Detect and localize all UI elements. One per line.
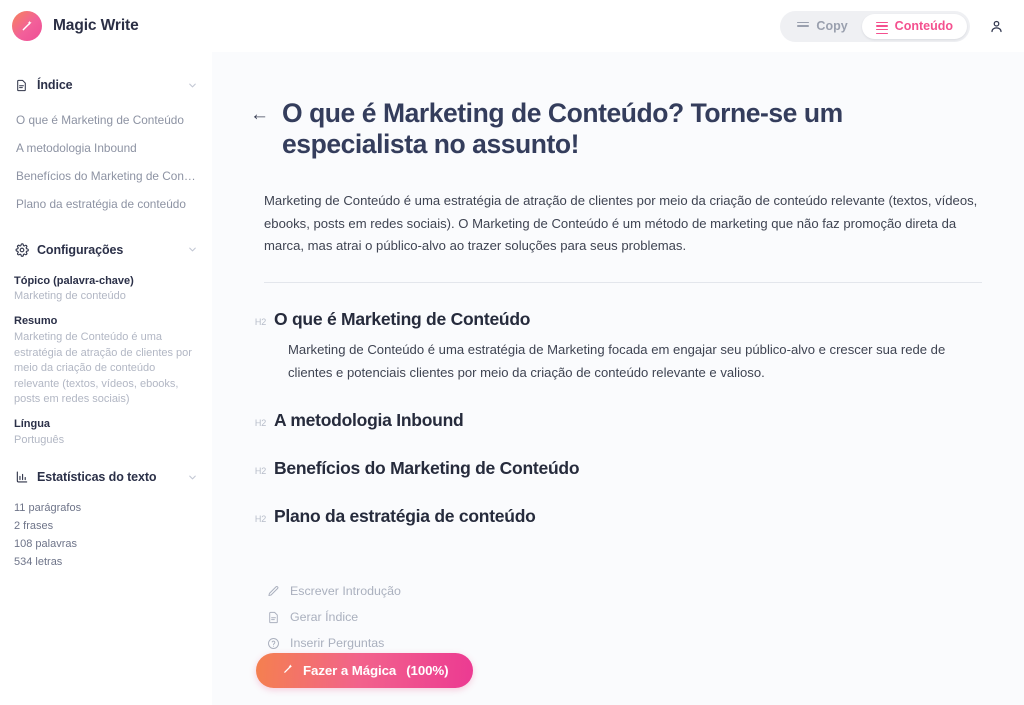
- sidebar-panel-estatisticas: Estatísticas do texto 11 parágrafos 2 fr…: [0, 462, 212, 571]
- sidebar-panel-configuracoes-header[interactable]: Configurações: [14, 235, 198, 265]
- toc-item[interactable]: Benefícios do Marketing de Conteú…: [14, 162, 198, 190]
- action-gerar-indice[interactable]: Gerar Índice: [266, 604, 982, 630]
- gear-icon: [14, 242, 29, 257]
- document-section: H2 O que é Marketing de Conteúdo Marketi…: [250, 309, 982, 385]
- setting-lingua: Língua Português: [14, 417, 198, 448]
- toc-item[interactable]: A metodologia Inbound: [14, 134, 198, 162]
- heading-row[interactable]: H2 Benefícios do Marketing de Conteúdo: [250, 458, 982, 480]
- magic-wand-icon: [281, 662, 295, 679]
- question-circle-icon: [266, 636, 280, 650]
- fazer-a-magica-button[interactable]: Fazer a Mágica (100%): [256, 653, 474, 688]
- heading-level-tag: H2: [254, 466, 266, 477]
- lines-icon: [875, 21, 888, 35]
- suggested-actions: Escrever Introdução Gerar Índice Inserir…: [266, 578, 982, 656]
- section-heading: Plano da estratégia de conteúdo: [274, 506, 536, 527]
- brand: Magic Write: [12, 11, 139, 41]
- tab-conteudo-label: Conteúdo: [894, 19, 953, 33]
- chevron-down-icon[interactable]: [186, 79, 198, 91]
- stat-sentences: 2 frases: [14, 520, 54, 533]
- section-heading: O que é Marketing de Conteúdo: [274, 308, 531, 329]
- setting-topico: Tópico (palavra-chave) Marketing de cont…: [14, 274, 198, 305]
- document-intro-paragraph[interactable]: Marketing de Conteúdo é uma estratégia d…: [264, 190, 982, 258]
- document-title-row: ← O que é Marketing de Conteúdo? Torne-s…: [250, 98, 982, 160]
- divider: [264, 281, 982, 283]
- document-section: H2 A metodologia Inbound: [250, 410, 982, 432]
- setting-label: Resumo: [14, 315, 58, 328]
- top-bar-actions: Copy Conteúdo: [780, 10, 1008, 42]
- document-icon: [266, 610, 280, 624]
- bar-chart-icon: [14, 470, 29, 485]
- top-bar: Magic Write Copy Conteúdo: [0, 0, 1024, 52]
- heading-level-tag: H2: [254, 514, 266, 525]
- document-icon: [14, 78, 29, 93]
- setting-value[interactable]: Português: [14, 433, 198, 449]
- action-label: Inserir Perguntas: [290, 636, 385, 651]
- body-wrapper: Índice O que é Marketing de Conteúdo A m…: [0, 52, 1024, 705]
- stat-paragraphs: 11 parágrafos: [14, 502, 82, 515]
- tab-copy[interactable]: Copy: [783, 14, 861, 39]
- brand-name: Magic Write: [53, 17, 139, 34]
- sidebar-panel-indice-header[interactable]: Índice: [14, 70, 198, 100]
- section-heading: Benefícios do Marketing de Conteúdo: [274, 458, 580, 479]
- sidebar-panel-indice-title: Índice: [37, 78, 73, 92]
- chevron-down-icon[interactable]: [186, 471, 198, 483]
- stat-words: 108 palavras: [14, 538, 77, 551]
- sidebar-panel-configuracoes: Configurações Tópico (palavra-chave) Mar…: [0, 235, 212, 449]
- toc-item[interactable]: Plano da estratégia de conteúdo: [14, 190, 198, 218]
- stat-letters: 534 letras: [14, 555, 63, 568]
- setting-label: Língua: [14, 417, 51, 430]
- section-heading: A metodologia Inbound: [274, 410, 464, 431]
- sidebar-panel-indice: Índice O que é Marketing de Conteúdo A m…: [0, 70, 212, 219]
- lines-icon: [797, 21, 810, 31]
- document-editor[interactable]: ← O que é Marketing de Conteúdo? Torne-s…: [212, 52, 1002, 656]
- document-section: H2 Plano da estratégia de conteúdo: [250, 506, 982, 528]
- sidebar: Índice O que é Marketing de Conteúdo A m…: [0, 52, 212, 705]
- pencil-icon: [266, 584, 280, 598]
- main-content: ← O que é Marketing de Conteúdo? Torne-s…: [212, 52, 1024, 705]
- sidebar-panel-configuracoes-title: Configurações: [37, 242, 124, 257]
- action-label: Escrever Introdução: [290, 584, 401, 599]
- action-escrever-introducao[interactable]: Escrever Introdução: [266, 578, 982, 604]
- text-statistics: 11 parágrafos 2 frases 108 palavras 534 …: [14, 500, 198, 571]
- cta-percent: (100%): [406, 663, 449, 678]
- heading-row[interactable]: H2 A metodologia Inbound: [250, 410, 982, 432]
- view-mode-toggle[interactable]: Copy Conteúdo: [780, 10, 970, 42]
- cta-label: Fazer a Mágica: [303, 663, 397, 678]
- magic-wand-icon: [12, 11, 42, 41]
- heading-row[interactable]: H2 O que é Marketing de Conteúdo: [250, 309, 982, 331]
- setting-resumo: Resumo Marketing de Conteúdo é uma estra…: [14, 314, 198, 408]
- tab-conteudo[interactable]: Conteúdo: [861, 13, 967, 39]
- app-root: Magic Write Copy Conteúdo Índice O que é…: [0, 0, 1024, 705]
- chevron-down-icon[interactable]: [186, 244, 198, 256]
- user-icon[interactable]: [984, 14, 1008, 38]
- table-of-contents: O que é Marketing de Conteúdo A metodolo…: [14, 106, 198, 219]
- document-section: H2 Benefícios do Marketing de Conteúdo: [250, 458, 982, 480]
- heading-row[interactable]: H2 Plano da estratégia de conteúdo: [250, 506, 982, 528]
- sidebar-panel-estatisticas-title: Estatísticas do texto: [37, 470, 157, 485]
- back-arrow-icon[interactable]: ←: [250, 105, 269, 124]
- heading-level-tag: H2: [254, 316, 266, 327]
- setting-value[interactable]: Marketing de conteúdo: [14, 289, 198, 305]
- page-title: O que é Marketing de Conteúdo? Torne-se …: [282, 98, 843, 159]
- setting-value[interactable]: Marketing de Conteúdo é uma estratégia d…: [14, 330, 198, 408]
- toc-item[interactable]: O que é Marketing de Conteúdo: [14, 106, 198, 134]
- action-label: Gerar Índice: [290, 610, 359, 625]
- tab-copy-label: Copy: [816, 19, 848, 33]
- sidebar-panel-estatisticas-header[interactable]: Estatísticas do texto: [14, 462, 198, 492]
- heading-level-tag: H2: [254, 418, 266, 429]
- setting-label: Tópico (palavra-chave): [14, 274, 134, 287]
- section-body[interactable]: Marketing de Conteúdo é uma estratégia d…: [288, 339, 982, 384]
